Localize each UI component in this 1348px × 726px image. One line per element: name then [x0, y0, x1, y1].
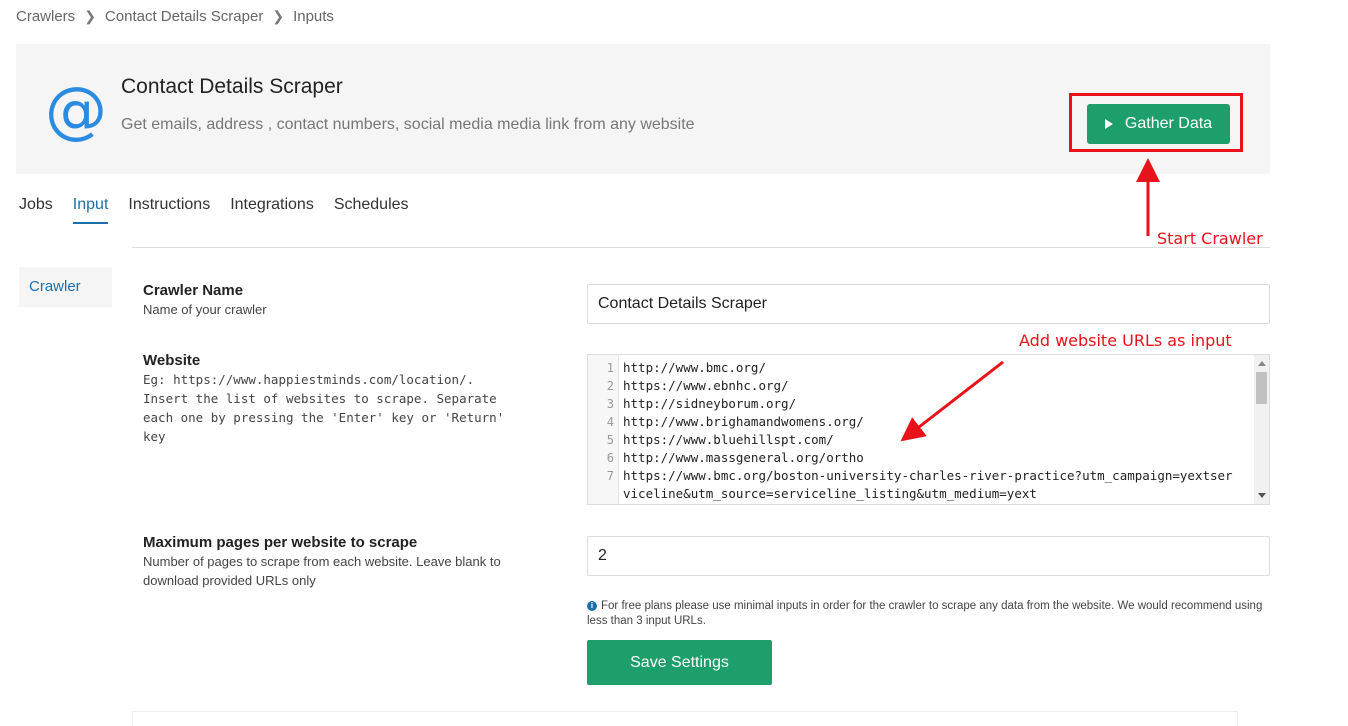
url-line: http://www.brighamandwomens.org/ [623, 414, 864, 429]
tab-instructions[interactable]: Instructions [128, 196, 210, 224]
url-line: http://www.massgeneral.org/ortho [623, 450, 864, 465]
scroll-down-arrow-icon[interactable] [1258, 493, 1266, 498]
url-line: https://www.bmc.org/boston-university-ch… [623, 468, 1233, 483]
max-pages-help: Number of pages to scrape from each webs… [143, 554, 501, 588]
annotation-highlight-box [1069, 93, 1243, 152]
breadcrumb-inputs: Inputs [293, 8, 334, 25]
page-title: Contact Details Scraper [121, 75, 343, 98]
website-label: Website [143, 352, 201, 369]
tab-integrations[interactable]: Integrations [230, 196, 314, 224]
url-lines: http://www.bmc.org/ https://www.ebnhc.or… [623, 359, 1253, 503]
line-number: 1 [606, 361, 614, 375]
chevron-right-icon: ❯ [272, 8, 285, 24]
url-line: http://www.bmc.org/ [623, 360, 766, 375]
url-line: http://sidneyborum.org/ [623, 396, 797, 411]
breadcrumb: Crawlers ❯ Contact Details Scraper ❯ Inp… [16, 8, 334, 25]
next-section-card [132, 711, 1238, 726]
breadcrumb-contact-details-scraper[interactable]: Contact Details Scraper [105, 8, 263, 25]
scrollbar[interactable] [1254, 355, 1269, 504]
annotation-add-urls: Add website URLs as input [1019, 331, 1232, 350]
tab-bar: Jobs Input Instructions Integrations Sch… [19, 196, 429, 224]
info-icon: i [587, 600, 597, 611]
tab-schedules[interactable]: Schedules [334, 196, 409, 224]
max-pages-label: Maximum pages per website to scrape [143, 534, 418, 551]
max-pages-input[interactable]: 2 [587, 536, 1270, 576]
annotation-start-crawler: Start Crawler [1157, 229, 1263, 248]
divider [132, 247, 1270, 248]
line-number: 6 [606, 451, 614, 465]
free-plan-note-text: For free plans please use minimal inputs… [587, 600, 1263, 627]
url-line: https://www.ebnhc.org/ [623, 378, 789, 393]
website-urls-editor[interactable]: 1 2 3 4 5 6 7 http://www.bmc.org/ https:… [587, 354, 1270, 505]
crawler-name-help: Name of your crawler [143, 302, 267, 317]
website-help: Eg: https://www.happiestminds.com/locati… [143, 372, 505, 444]
page-subtitle: Get emails, address , contact numbers, s… [121, 116, 695, 133]
at-sign-icon: @ [45, 73, 107, 146]
scroll-thumb[interactable] [1256, 372, 1267, 404]
line-number: 4 [606, 415, 614, 429]
tab-input[interactable]: Input [72, 196, 109, 224]
url-line: https://www.bluehillspt.com/ [623, 432, 834, 447]
chevron-right-icon: ❯ [84, 8, 96, 24]
save-settings-button[interactable]: Save Settings [587, 640, 772, 685]
scroll-up-arrow-icon[interactable] [1258, 361, 1266, 366]
line-number: 3 [606, 397, 614, 411]
free-plan-note: i For free plans please use minimal input… [587, 599, 1267, 629]
tab-jobs[interactable]: Jobs [19, 196, 53, 224]
sidebar-item-crawler[interactable]: Crawler [19, 267, 112, 307]
crawler-name-input[interactable]: Contact Details Scraper [587, 284, 1270, 324]
line-number: 2 [606, 379, 614, 393]
line-number: 7 [606, 469, 614, 483]
breadcrumb-crawlers[interactable]: Crawlers [16, 8, 75, 25]
line-number: 5 [606, 433, 614, 447]
crawler-name-label: Crawler Name [143, 282, 244, 299]
url-line: viceline&utm_source=serviceline_listing&… [623, 486, 1037, 501]
line-number-gutter: 1 2 3 4 5 6 7 [588, 355, 619, 504]
